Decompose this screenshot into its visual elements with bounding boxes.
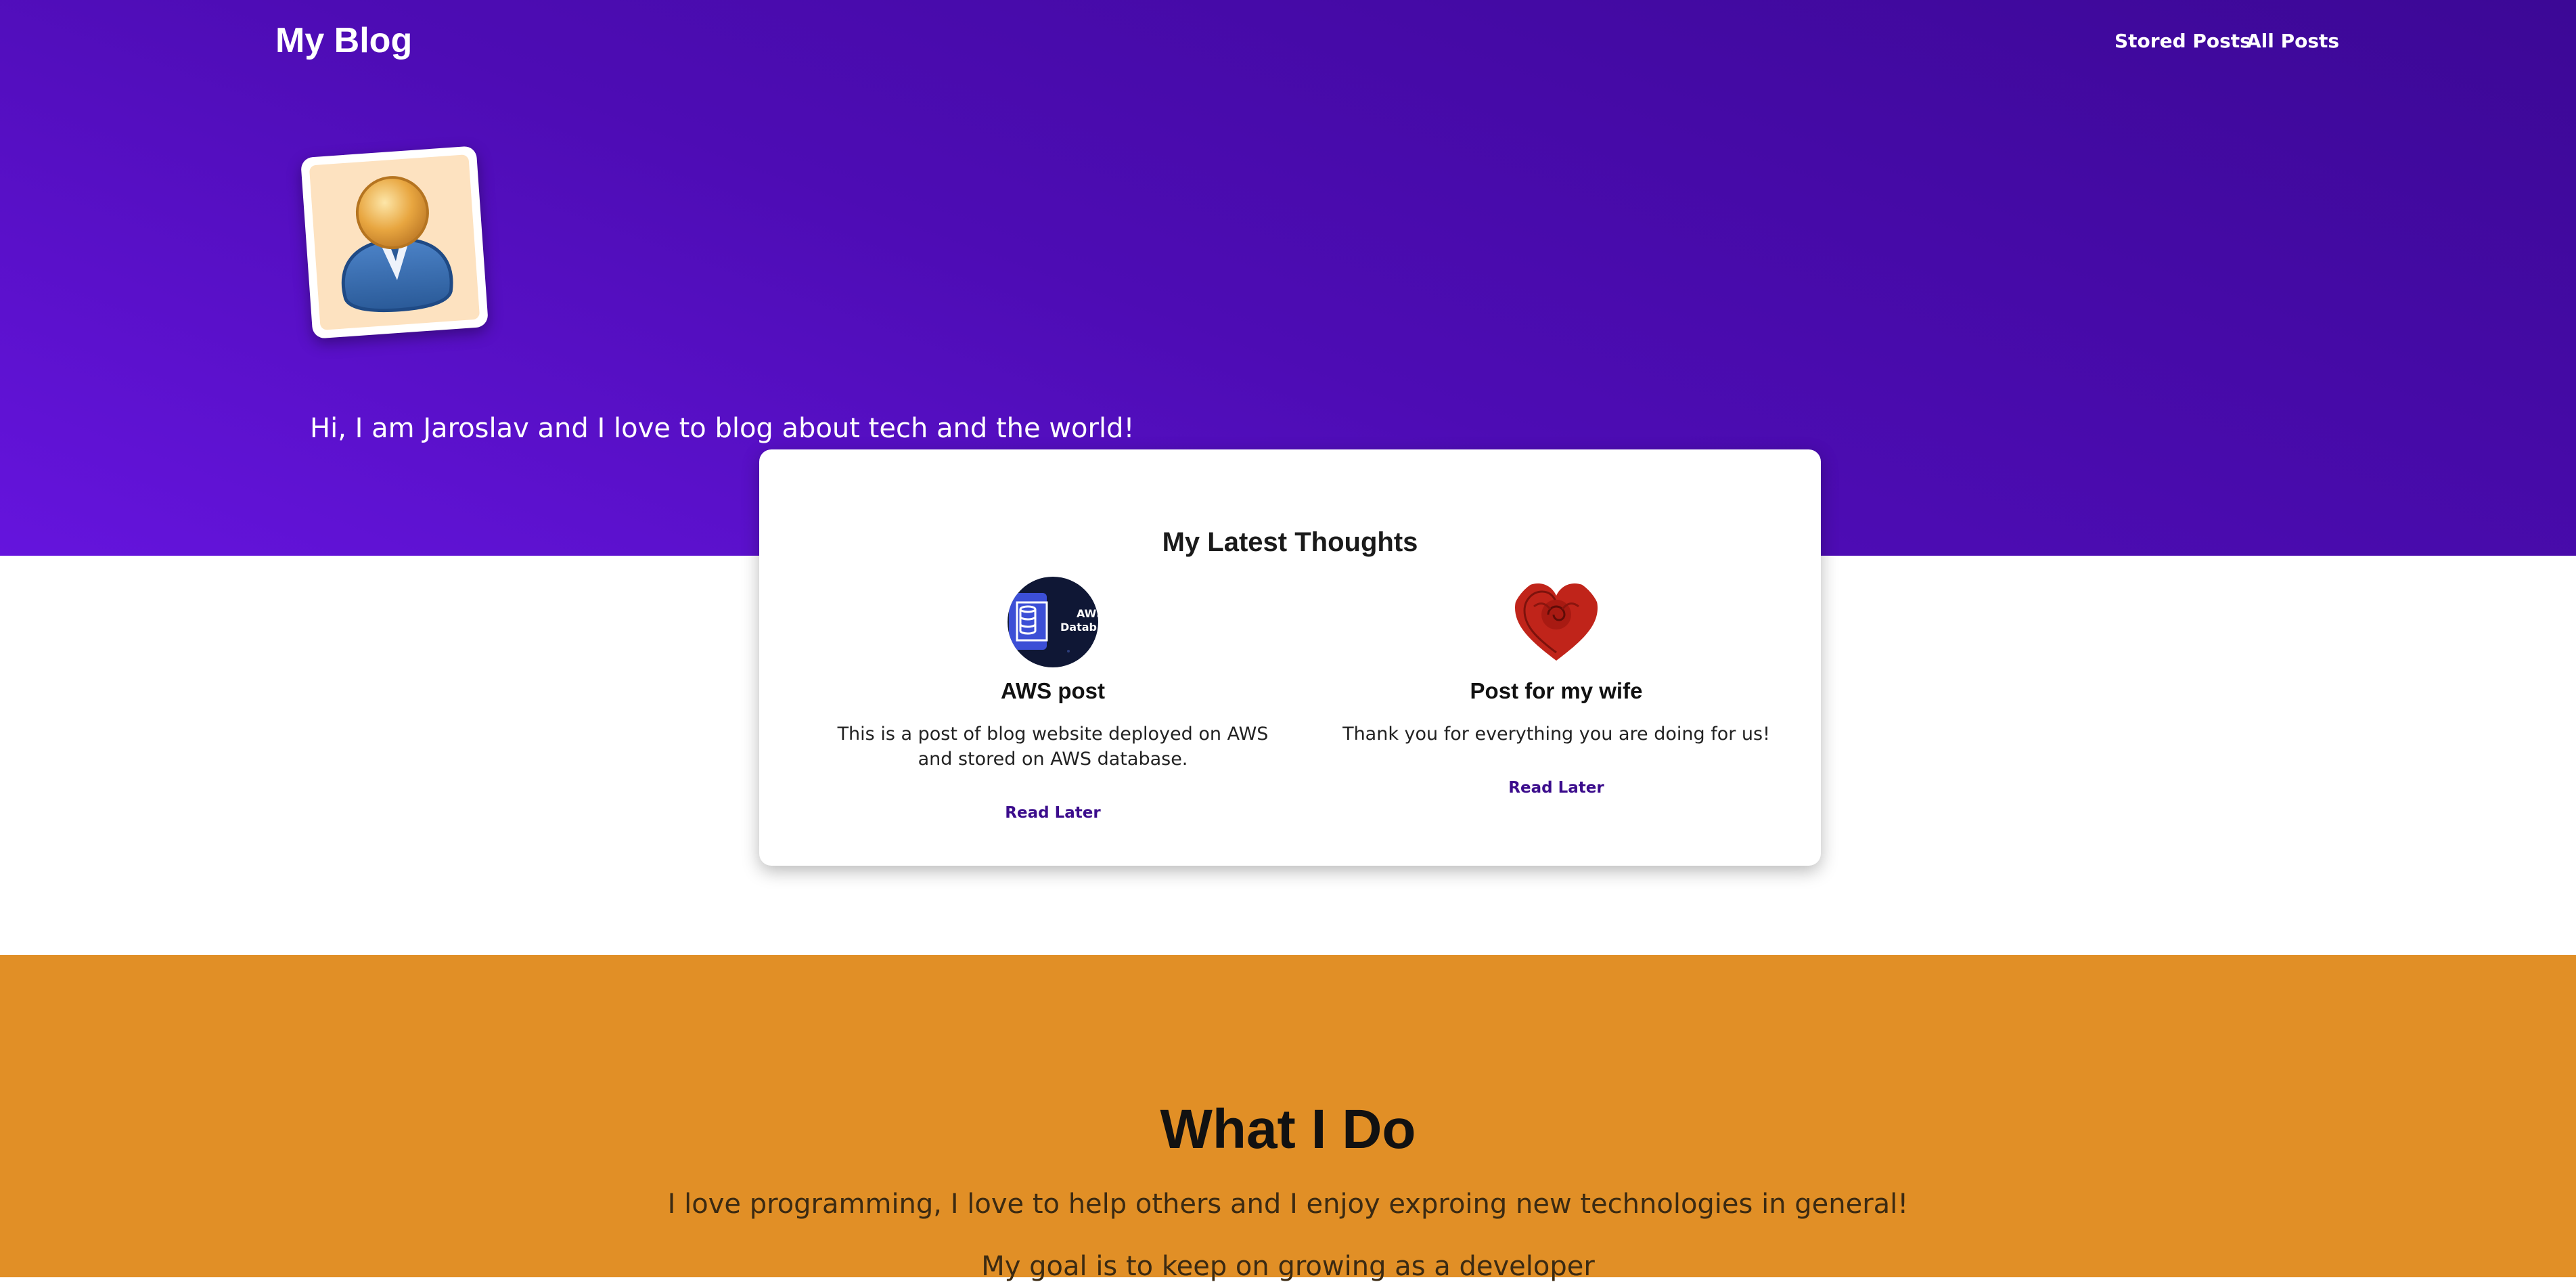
user-avatar-icon xyxy=(309,154,480,330)
read-later-button[interactable]: Read Later xyxy=(1508,779,1604,797)
heart-rose-image xyxy=(1511,577,1602,667)
latest-posts-title: My Latest Thoughts xyxy=(1162,527,1418,558)
latest-posts-card: My Latest Thoughts AWS Datab AWS post Th… xyxy=(759,449,1821,866)
post-title: AWS post xyxy=(1001,678,1105,703)
post-excerpt: Thank you for everything you are doing f… xyxy=(1342,724,1770,745)
what-i-do-line: My goal is to keep on growing as a devel… xyxy=(981,1251,1595,1282)
aws-image-label-1: AWS xyxy=(1077,607,1098,620)
what-i-do-section: What I Do I love programming, I love to … xyxy=(0,955,2576,1282)
brand-logo[interactable]: My Blog xyxy=(275,20,412,61)
post-card-wife: Post for my wife Thank you for everythin… xyxy=(1319,577,1793,797)
top-navigation: My Blog Stored Posts All Posts xyxy=(0,0,2576,88)
aws-database-image: AWS Datab xyxy=(1008,577,1098,667)
intro-text: Hi, I am Jaroslav and I love to blog abo… xyxy=(310,413,1135,444)
post-card-aws: AWS Datab AWS post This is a post of blo… xyxy=(816,577,1290,822)
aws-image-label-2: Datab xyxy=(1060,621,1097,634)
nav-link-all-posts[interactable]: All Posts xyxy=(2246,30,2339,52)
nav-link-stored-posts[interactable]: Stored Posts xyxy=(2115,30,2251,52)
read-later-button[interactable]: Read Later xyxy=(1005,804,1100,822)
post-excerpt: This is a post of blog website deployed … xyxy=(837,724,1269,770)
what-i-do-title: What I Do xyxy=(1160,1099,1416,1161)
post-title: Post for my wife xyxy=(1470,678,1643,703)
what-i-do-line: I love programming, I love to help other… xyxy=(667,1189,1909,1220)
profile-avatar xyxy=(300,146,489,339)
